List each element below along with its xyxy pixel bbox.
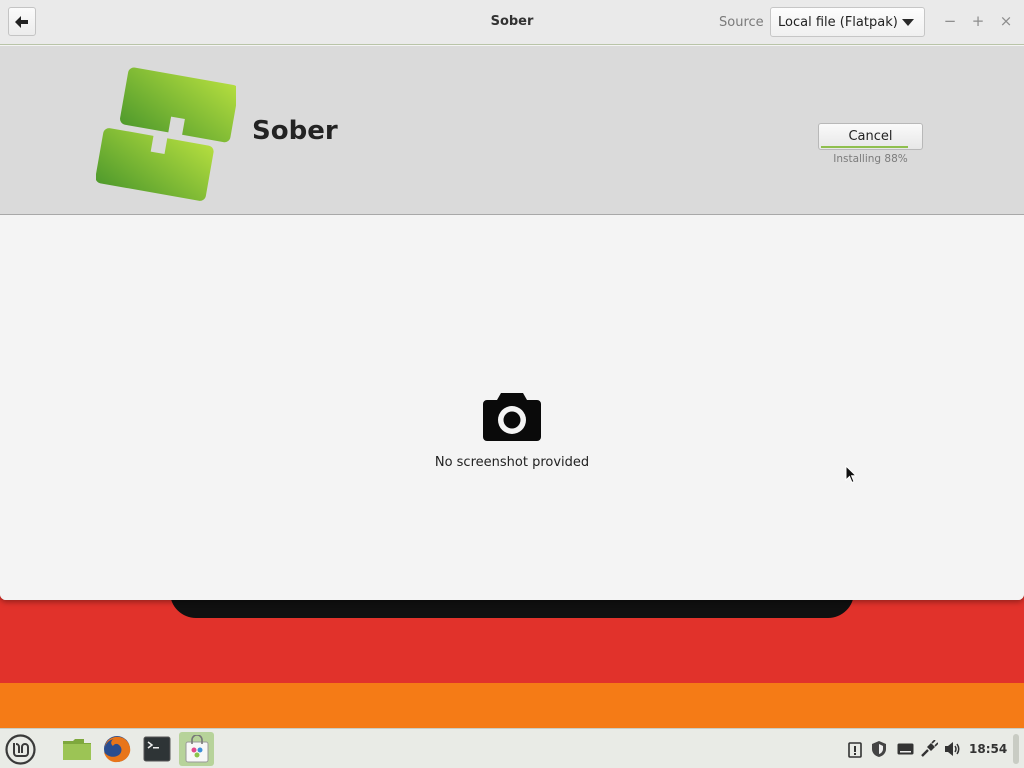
network-icon[interactable] [919,739,939,759]
install-progress-bar [821,146,908,148]
back-arrow-icon [15,15,28,28]
software-manager-icon[interactable] [179,732,214,766]
show-desktop-button[interactable] [1013,734,1019,764]
mouse-cursor-icon [845,465,857,484]
install-status: Installing 88% [833,153,908,165]
source-dropdown-value: Local file (Flatpak) [778,15,898,30]
shopping-bag-icon [185,735,208,763]
cancel-button[interactable]: Cancel [818,123,923,150]
close-button[interactable]: × [998,12,1014,30]
clipboard-glyph-icon [848,741,862,758]
terminal-icon[interactable] [139,732,174,766]
speaker-icon [945,742,960,756]
firefox-icon[interactable] [99,732,134,766]
taskbar: 18:54 [0,728,1024,768]
source-dropdown[interactable]: Local file (Flatpak) [770,7,925,37]
sober-app-icon [96,67,236,201]
app-name: Sober [252,116,338,146]
app-header: Sober Cancel Installing 88% [0,46,1024,215]
software-manager-window: Sober Source Local file (Flatpak) − + × … [0,0,1024,600]
volume-icon[interactable] [943,739,963,759]
screenshot-area: No screenshot provided [0,216,1024,600]
chevron-down-icon [902,19,914,26]
keyboard-glyph-icon [897,743,913,755]
files-icon[interactable] [59,732,94,766]
clock[interactable]: 18:54 [969,742,1007,756]
source-label: Source [719,15,764,30]
cancel-button-label: Cancel [848,129,893,144]
shield-icon [872,741,886,757]
back-button[interactable] [8,7,36,36]
network-plug-icon [921,740,938,757]
firefox-logo-icon [103,736,130,763]
no-screenshot-text: No screenshot provided [434,455,590,470]
camera-icon [483,393,541,441]
keyboard-icon[interactable] [895,739,915,759]
minimize-button[interactable]: − [942,12,958,30]
maximize-button[interactable]: + [970,12,986,30]
update-manager-icon[interactable] [869,739,889,759]
folder-icon [62,739,91,760]
desktop-orange-band [0,683,1024,728]
clipboard-icon[interactable] [846,739,864,759]
linux-mint-menu-icon[interactable] [4,733,37,766]
titlebar: Sober Source Local file (Flatpak) − + × [0,0,1024,45]
terminal-window-icon [143,736,170,762]
